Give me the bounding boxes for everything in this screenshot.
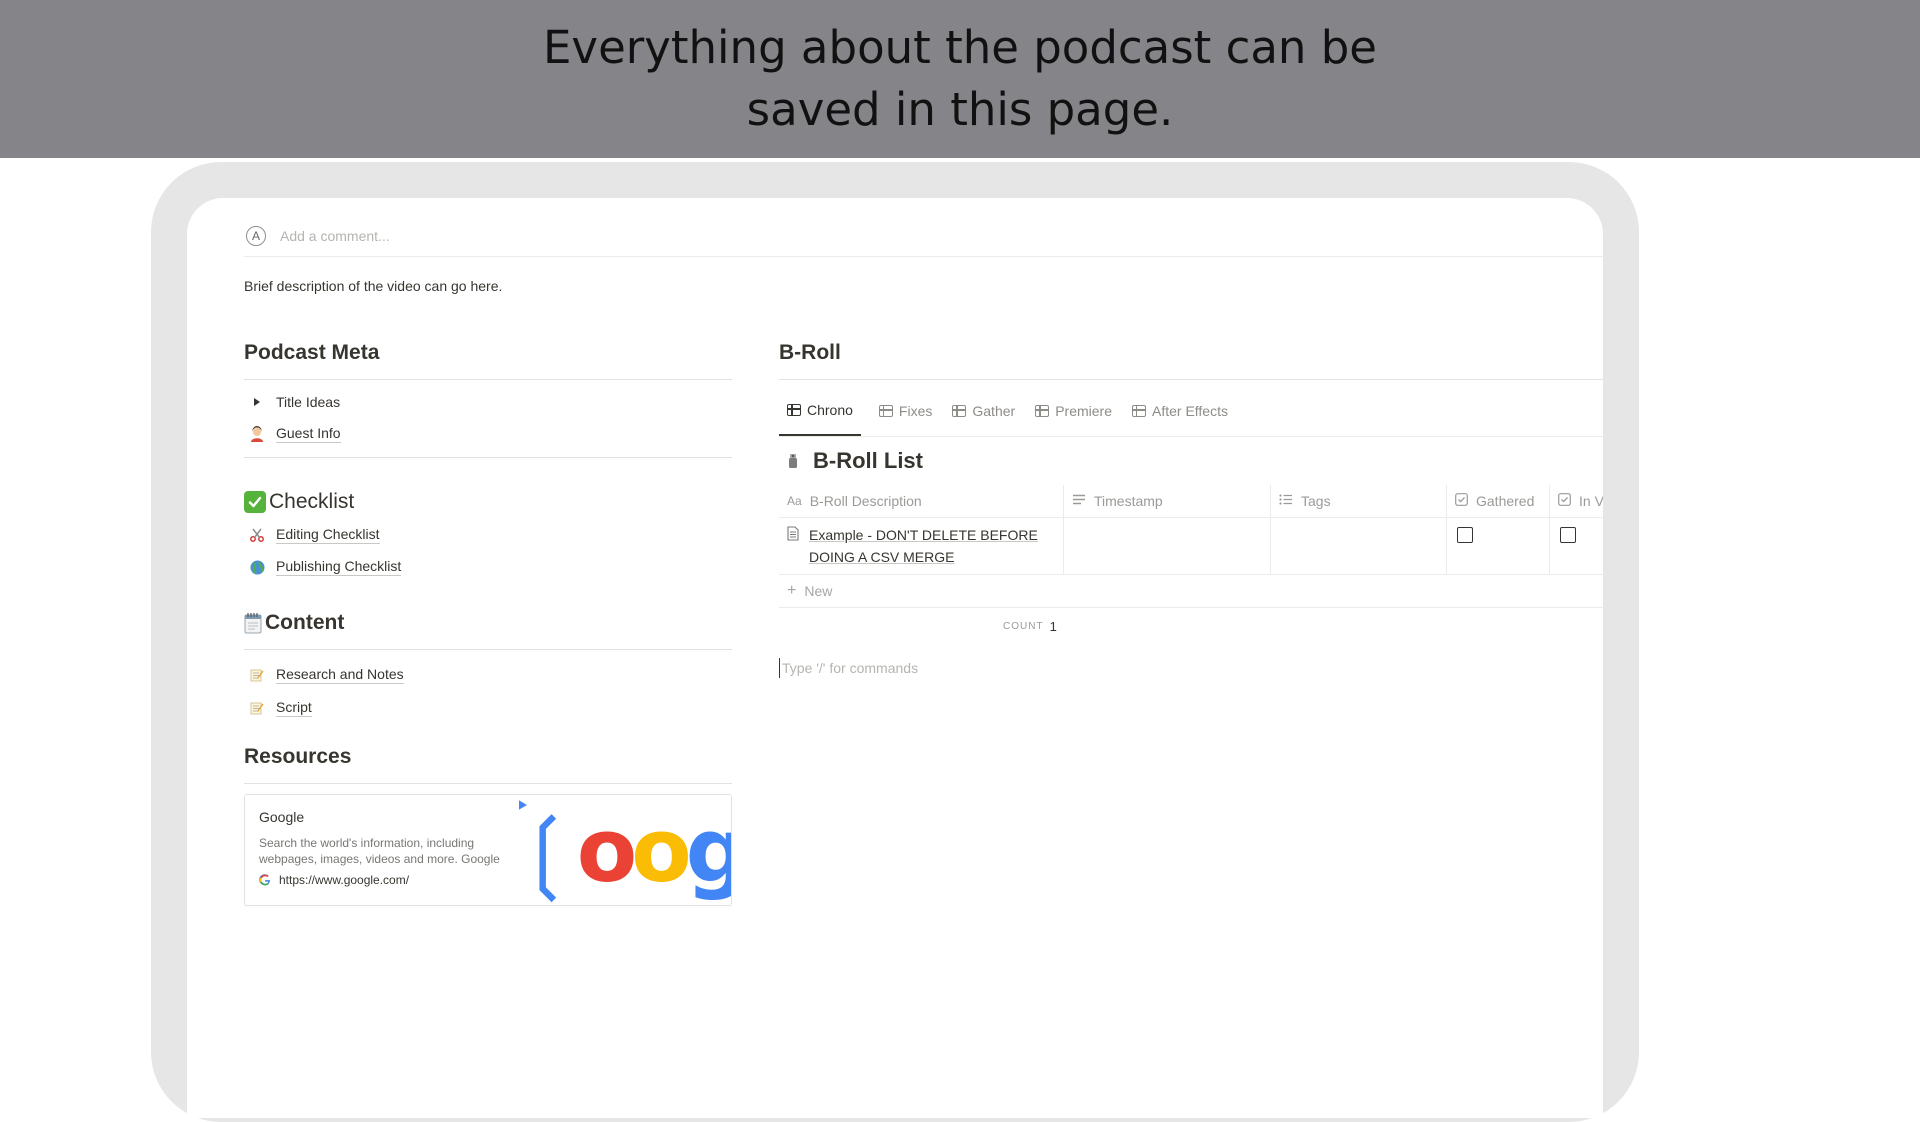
google-bookmark[interactable]: Google Search the world's information, i… [244, 794, 732, 906]
link-script[interactable]: Script [244, 692, 732, 724]
text-property-icon: Aa [787, 494, 802, 508]
column-tags[interactable]: Tags [1271, 485, 1447, 517]
column-in-v[interactable]: In V [1550, 485, 1603, 517]
tab-premiere[interactable]: Premiere [1033, 386, 1114, 436]
notion-page: A Add a comment... Brief description of … [187, 198, 1603, 1118]
divider [244, 783, 732, 784]
globe-icon [248, 558, 266, 576]
comment-input[interactable]: Add a comment... [280, 228, 390, 244]
bookmark-text: Google Search the world's information, i… [245, 795, 519, 905]
text-lines-icon [1072, 494, 1086, 508]
new-row-button[interactable]: + New [779, 575, 1603, 608]
google-g-icon [259, 874, 271, 886]
command-input[interactable]: Type '/' for commands [779, 658, 1603, 678]
page-icon [787, 526, 799, 568]
cell-tags[interactable] [1271, 518, 1447, 574]
spiral-notepad-icon [244, 612, 262, 634]
caption-banner: Everything about the podcast can be save… [0, 0, 1920, 158]
tab-fixes[interactable]: Fixes [877, 386, 934, 436]
comment-bar[interactable]: A Add a comment... [244, 216, 1603, 257]
cell-in-v[interactable] [1550, 518, 1603, 574]
table-icon [952, 405, 967, 417]
cell-timestamp[interactable] [1064, 518, 1271, 574]
link-guest-info[interactable]: Guest Info [244, 418, 732, 450]
avatar: A [246, 226, 266, 246]
link-editing-checklist[interactable]: Editing Checklist [244, 519, 732, 551]
page-description[interactable]: Brief description of the video can go he… [244, 278, 502, 294]
tab-gather[interactable]: Gather [950, 386, 1017, 436]
scissors-icon [248, 526, 266, 544]
column-timestamp[interactable]: Timestamp [1064, 485, 1271, 517]
checklist-heading[interactable]: Checklist [244, 488, 732, 516]
check-mark-button-icon [244, 491, 266, 513]
checkbox-icon [1455, 493, 1468, 509]
cell-broll-description[interactable]: Example - DON'T DELETE BEFORE DOING A CS… [779, 518, 1064, 574]
column-broll-description[interactable]: Aa B-Roll Description [779, 485, 1064, 517]
in-v-checkbox[interactable] [1560, 527, 1576, 543]
bookmark-description: Search the world's information, includin… [259, 836, 500, 866]
resources-heading[interactable]: Resources [244, 742, 732, 772]
toggle-triangle-icon[interactable] [248, 393, 266, 411]
content-heading[interactable]: Content [244, 609, 732, 637]
database-title[interactable]: B-Roll List [779, 437, 1603, 485]
plus-icon: + [787, 582, 797, 599]
video-camera-icon [785, 452, 801, 470]
link-research-and-notes[interactable]: Research and Notes [244, 658, 732, 692]
list-icon [1279, 494, 1293, 508]
table-icon [1035, 405, 1050, 417]
gathered-checkbox[interactable] [1457, 527, 1473, 543]
broll-heading[interactable]: B-Roll [779, 338, 1603, 368]
column-gathered[interactable]: Gathered [1447, 485, 1550, 517]
checkbox-icon [1558, 493, 1571, 509]
table-header: Aa B-Roll Description Timestamp Tags Gat… [779, 485, 1603, 518]
count-footer[interactable]: COUNT 1 [779, 608, 1603, 644]
google-logo-image: ❲oogl [519, 795, 731, 905]
table-icon [1131, 405, 1146, 417]
podcast-meta-heading[interactable]: Podcast Meta [244, 338, 732, 368]
left-column: Podcast Meta Title Ideas Guest Info Chec… [244, 338, 732, 906]
table-icon [787, 404, 801, 416]
google-logo-text: ❲oogl [519, 799, 731, 902]
link-publishing-checklist[interactable]: Publishing Checklist [244, 551, 732, 583]
view-tabs: Chrono Fixes Gather Premiere After Effec… [779, 386, 1603, 437]
table-icon [878, 405, 893, 417]
broll-section: B-Roll Chrono Fixes Gather Premiere Afte… [779, 338, 1603, 678]
memo-icon [248, 666, 266, 684]
tab-chrono[interactable]: Chrono [779, 386, 861, 436]
bookmark-url: https://www.google.com/ [259, 873, 505, 887]
bookmark-title: Google [259, 809, 305, 825]
cell-gathered[interactable] [1447, 518, 1550, 574]
toggle-title-ideas[interactable]: Title Ideas [244, 386, 732, 418]
memo-icon [248, 699, 266, 717]
person-icon [248, 425, 266, 443]
table-row[interactable]: Example - DON'T DELETE BEFORE DOING A CS… [779, 518, 1603, 575]
tab-after-effects[interactable]: After Effects [1130, 386, 1230, 436]
caption-text: Everything about the podcast can be save… [543, 21, 1377, 136]
